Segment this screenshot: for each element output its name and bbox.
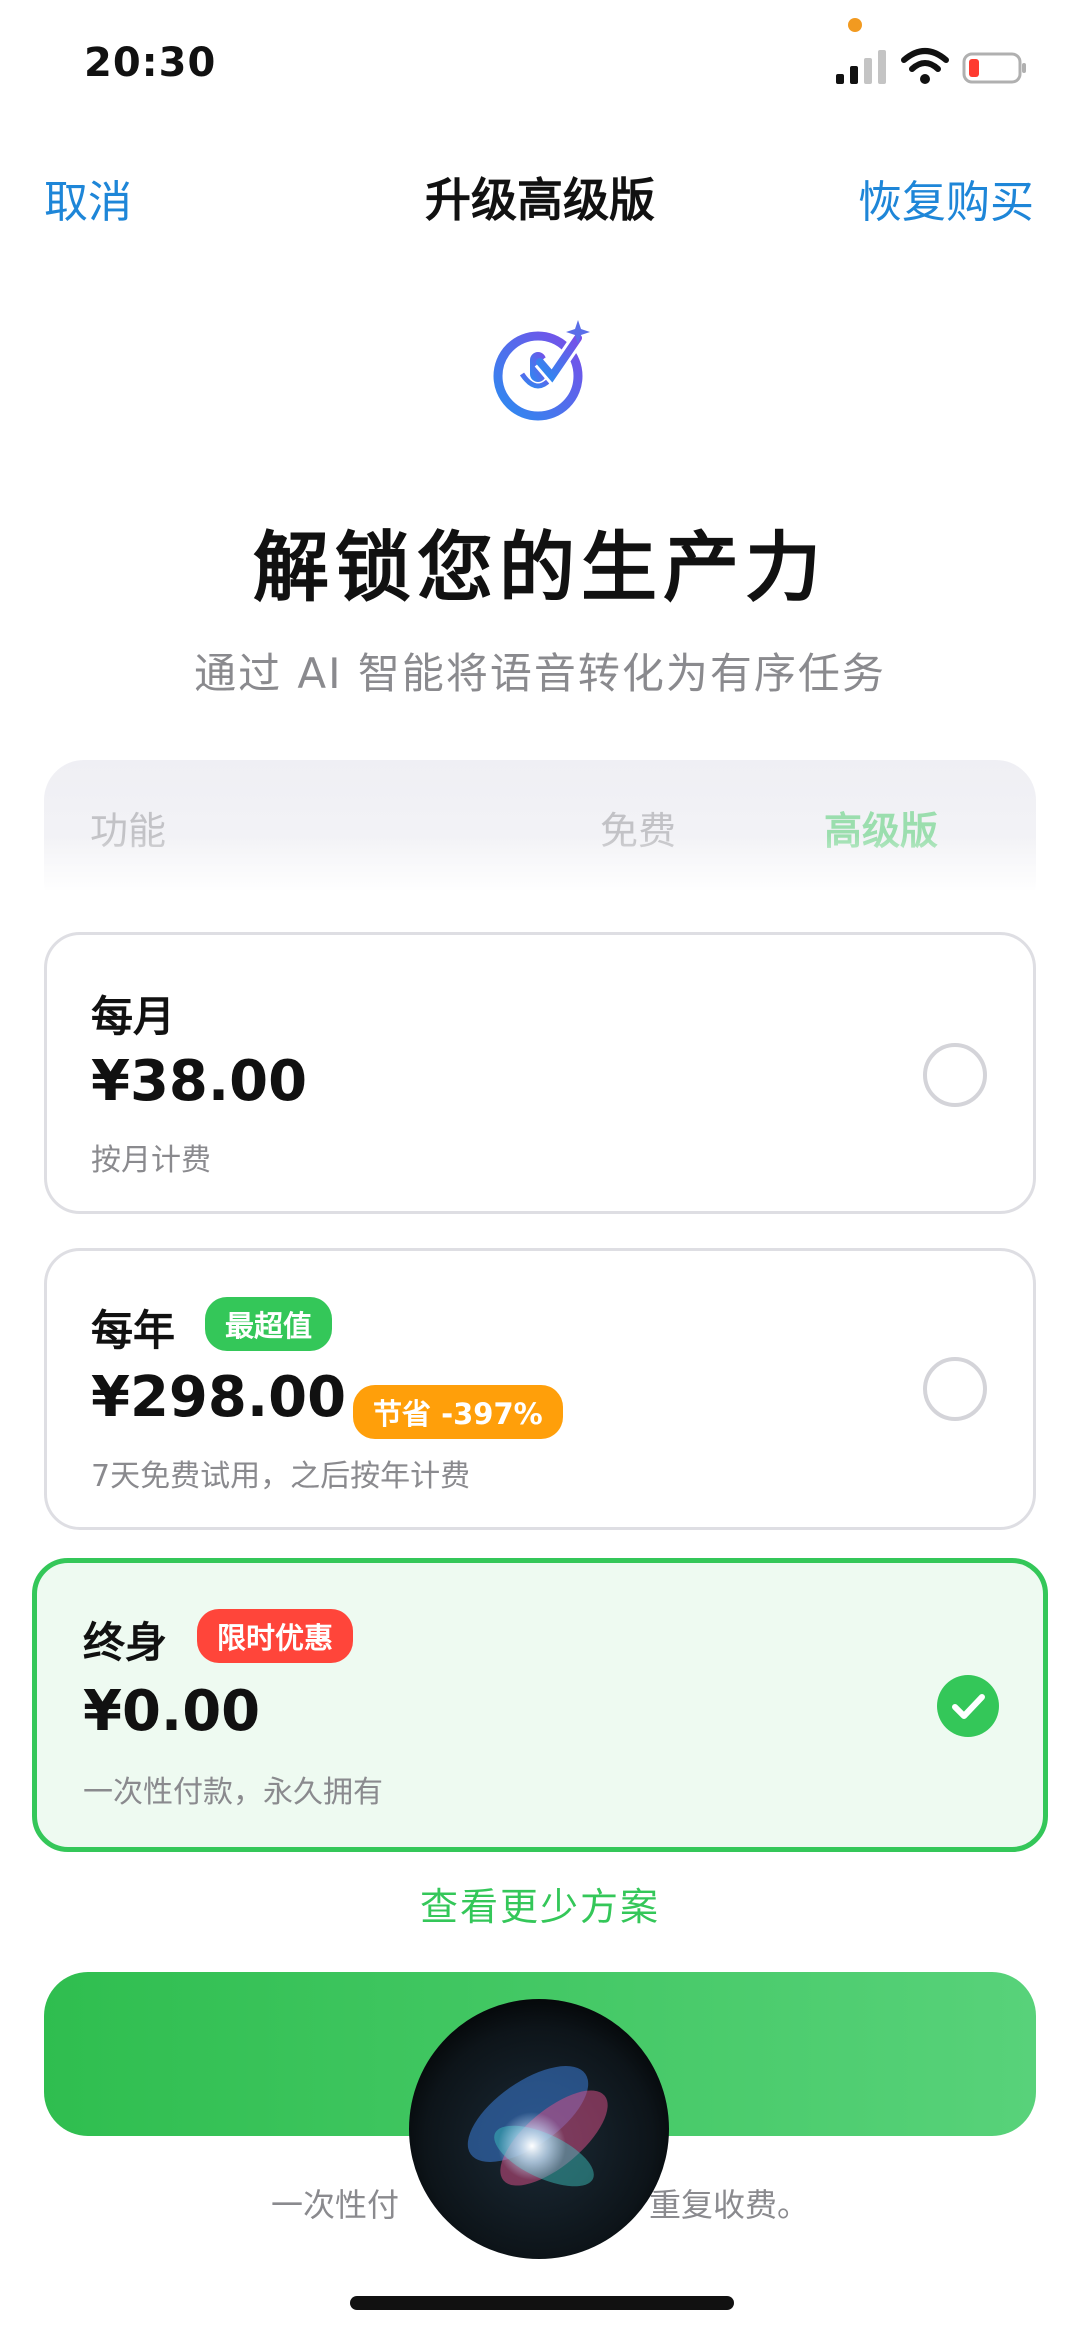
- sheet-fade: [0, 836, 1080, 896]
- best-value-badge: 最超值: [205, 1297, 333, 1351]
- savings-badge: 节省 -397%: [353, 1385, 563, 1439]
- plan-radio-button[interactable]: [923, 1357, 987, 1421]
- plan-note: 按月计费: [91, 1143, 211, 1178]
- plan-name: 终身: [83, 1618, 168, 1667]
- limited-offer-badge: 限时优惠: [197, 1609, 354, 1663]
- plan-name: 每年: [91, 1306, 176, 1355]
- plan-price: ¥38.00: [91, 1049, 308, 1114]
- privacy-indicator-dot: [848, 18, 862, 32]
- footer-note-tail: 重复收费。: [649, 2186, 810, 2224]
- siri-orb-icon: [409, 1999, 669, 2259]
- plan-note: 7天免费试用，之后按年计费: [91, 1459, 471, 1494]
- plan-price: ¥298.00: [91, 1365, 347, 1430]
- show-fewer-plans-link[interactable]: 查看更少方案: [0, 1876, 1080, 1931]
- signal-icon: [836, 50, 886, 84]
- plan-name: 每月: [91, 992, 176, 1041]
- plan-card-monthly[interactable]: 每月 ¥38.00 按月计费: [44, 932, 1036, 1214]
- plan-price: ¥0.00: [83, 1679, 261, 1744]
- battery-icon: [962, 52, 1026, 84]
- ai-voice-mic-icon: [493, 320, 590, 421]
- restore-purchase-button[interactable]: 恢复购买: [858, 166, 1034, 230]
- status-time: 20:30: [84, 40, 217, 86]
- checkmark-icon[interactable]: [937, 1675, 999, 1737]
- plan-card-lifetime[interactable]: 终身 限时优惠 ¥0.00 一次性付款，永久拥有: [32, 1558, 1048, 1852]
- footer-note-text: 一次性付: [270, 2186, 399, 2224]
- plan-radio-button[interactable]: [923, 1043, 987, 1107]
- plan-note: 一次性付款，永久拥有: [83, 1775, 383, 1810]
- wifi-icon: [901, 48, 949, 84]
- hero-subtitle: 通过 AI 智能将语音转化为有序任务: [194, 649, 886, 698]
- plan-card-yearly[interactable]: 每年 最超值 ¥298.00 节省 -397% 7天免费试用，之后按年计费: [44, 1248, 1036, 1530]
- hero-title: 解锁您的生产力: [253, 523, 827, 612]
- home-indicator[interactable]: [350, 2296, 734, 2310]
